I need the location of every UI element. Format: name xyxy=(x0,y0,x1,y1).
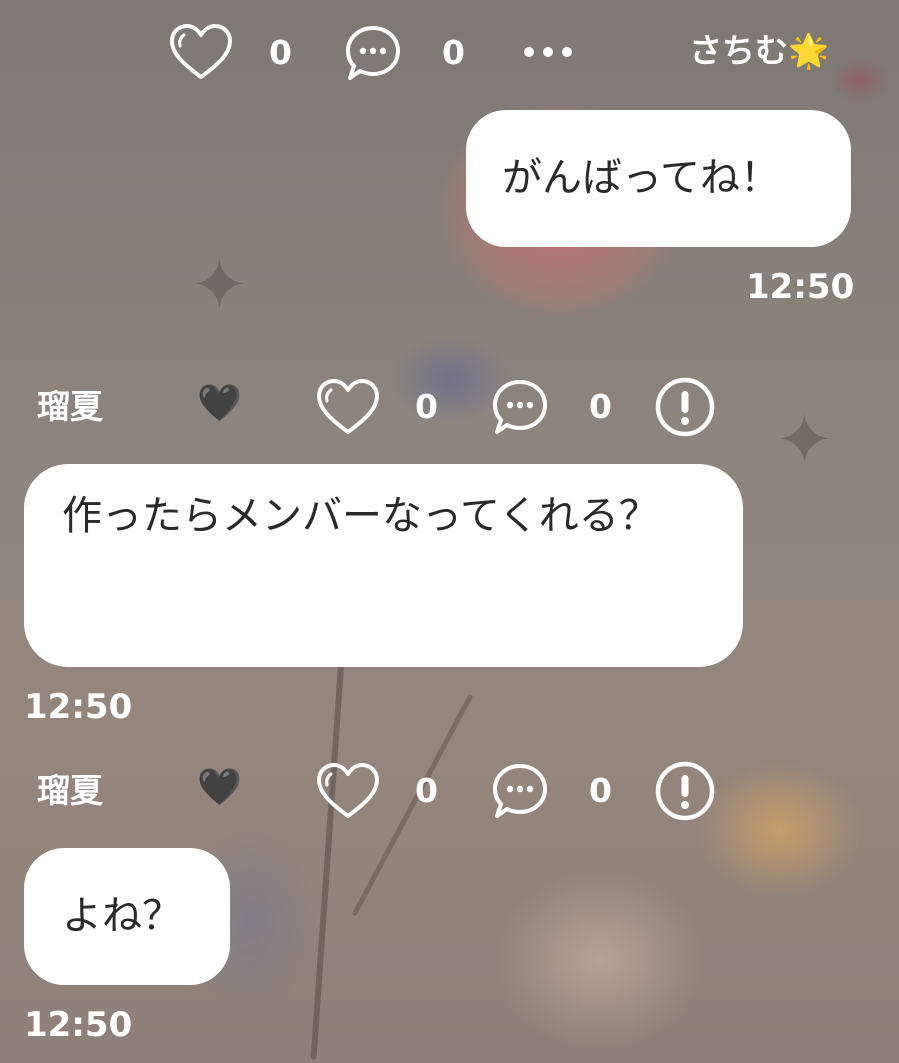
like-count: 0 xyxy=(415,771,438,810)
message-bubble[interactable]: 作ったらメンバーなってくれる？ xyxy=(24,464,743,667)
like-button[interactable] xyxy=(168,23,234,81)
background-decoration: ✦ xyxy=(775,399,834,481)
message-text: がんばってね！ xyxy=(502,155,780,201)
message-timestamp: 12:50 xyxy=(24,1005,133,1045)
report-button[interactable] xyxy=(654,376,716,438)
speech-bubble-ellipsis-icon xyxy=(493,764,547,818)
report-button[interactable] xyxy=(654,760,716,822)
message-bubble[interactable]: がんばってね！ xyxy=(466,110,851,247)
black-heart-badge: 🖤 xyxy=(197,383,242,424)
message-timestamp: 12:50 xyxy=(24,687,133,727)
speech-bubble-ellipsis-icon xyxy=(493,380,547,434)
background-decoration: ✦ xyxy=(190,244,249,326)
comment-count: 0 xyxy=(442,33,465,72)
message-text: 作ったらメンバーなってくれる？ xyxy=(62,493,659,539)
comment-button[interactable] xyxy=(344,24,402,82)
sender-name[interactable]: 瑠夏 xyxy=(37,390,103,423)
heart-outline-icon xyxy=(317,379,379,434)
message-bubble[interactable]: よね？ xyxy=(24,848,230,985)
heart-outline-icon xyxy=(170,24,232,79)
comment-button[interactable] xyxy=(491,378,549,436)
comment-count: 0 xyxy=(589,771,612,810)
more-options-button[interactable] xyxy=(522,42,574,62)
like-button[interactable] xyxy=(315,378,381,436)
sender-name[interactable]: さちむ🌟 xyxy=(689,34,829,67)
speech-bubble-ellipsis-icon xyxy=(346,26,400,80)
comment-button[interactable] xyxy=(491,762,549,820)
like-count: 0 xyxy=(415,387,438,426)
more-horizontal-icon xyxy=(524,47,572,57)
like-button[interactable] xyxy=(315,762,381,820)
exclamation-circle-icon xyxy=(655,761,715,821)
like-count: 0 xyxy=(269,33,292,72)
comment-count: 0 xyxy=(589,387,612,426)
sender-name[interactable]: 瑠夏 xyxy=(37,774,103,807)
heart-outline-icon xyxy=(317,763,379,818)
black-heart-badge: 🖤 xyxy=(197,767,242,808)
message-timestamp: 12:50 xyxy=(746,267,855,307)
message-text: よね？ xyxy=(62,893,182,939)
exclamation-circle-icon xyxy=(655,377,715,437)
